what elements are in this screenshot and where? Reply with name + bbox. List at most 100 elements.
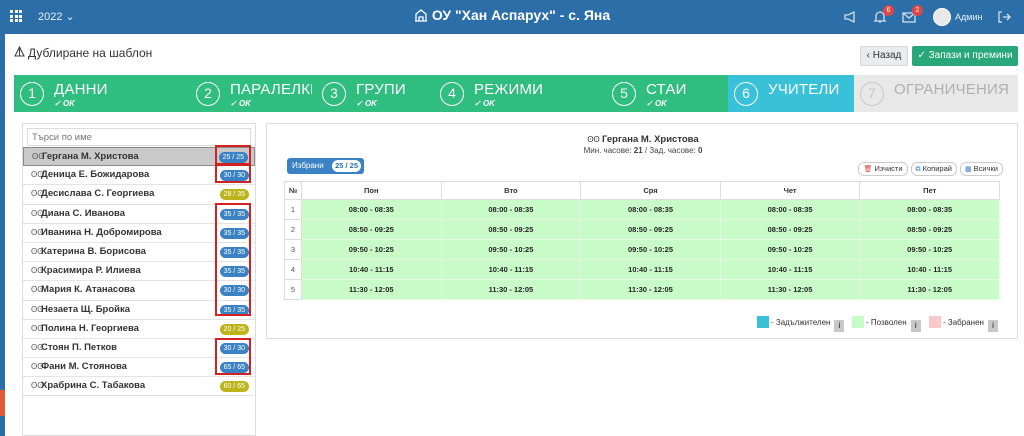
schedule-cell[interactable]: 08:50 - 09:25 bbox=[580, 219, 721, 240]
schedule-cell[interactable]: 09:50 - 10:25 bbox=[859, 239, 1000, 260]
school-building-icon bbox=[414, 8, 428, 25]
step-ok: ✓ OK bbox=[474, 99, 495, 108]
step-rooms[interactable]: 5 СТАИ ✓ OK bbox=[606, 75, 728, 112]
megaphone-icon[interactable] bbox=[843, 9, 859, 25]
step-classes[interactable]: 2ПАРАЛЕЛКИ✓ OK bbox=[190, 75, 316, 112]
schedule-cell[interactable]: 08:00 - 08:35 bbox=[440, 199, 582, 220]
step-ok: ✓ OK bbox=[646, 99, 667, 108]
period-number[interactable]: 3 bbox=[284, 239, 302, 260]
step-groups[interactable]: 3 ГРУПИ ✓ OK bbox=[316, 75, 434, 112]
search-input[interactable] bbox=[27, 128, 251, 146]
schedule-cell[interactable]: 09:50 - 10:25 bbox=[580, 239, 721, 260]
notification-badge: 6 bbox=[883, 5, 894, 16]
step-ok: ✓ OK bbox=[230, 99, 251, 108]
schedule-cell[interactable]: 09:50 - 10:25 bbox=[719, 239, 861, 260]
schedule-cell[interactable]: 10:40 - 11:15 bbox=[859, 259, 1000, 280]
period-number[interactable]: 4 bbox=[284, 259, 302, 280]
user-name[interactable]: Админ bbox=[955, 12, 982, 22]
info-icon[interactable]: i bbox=[910, 320, 921, 332]
schedule-cell[interactable]: 08:00 - 08:35 bbox=[719, 199, 861, 220]
teacher-name: ʘʘ Гергана М. Христова bbox=[587, 134, 699, 145]
save-and-continue-button[interactable]: ✓ Запази и премини bbox=[912, 46, 1018, 66]
copy-icon: ⧉ bbox=[915, 166, 921, 173]
glasses-icon: ʘʘ bbox=[587, 135, 602, 144]
schedule-header-row: № Пон Вто Сря Чет Пет bbox=[284, 181, 1000, 200]
glasses-icon: ʘʘ bbox=[31, 381, 44, 391]
schedule-cell[interactable]: 11:30 - 12:05 bbox=[859, 279, 1000, 300]
glasses-icon: ʘʘ bbox=[31, 362, 44, 372]
select-all-button[interactable]: ▦ Всички bbox=[959, 162, 1003, 176]
schedule-cell[interactable]: 08:00 - 08:35 bbox=[859, 199, 1000, 220]
schedule-cell[interactable]: 08:00 - 08:35 bbox=[301, 199, 442, 220]
schedule-cell[interactable]: 08:00 - 08:35 bbox=[580, 199, 721, 220]
mandatory-swatch bbox=[757, 316, 769, 328]
schedule-cell[interactable]: 08:50 - 09:25 bbox=[440, 219, 582, 240]
left-edge-strip bbox=[0, 34, 5, 436]
schedule-cell[interactable]: 09:50 - 10:25 bbox=[440, 239, 582, 260]
table-row: 2 08:50 - 09:25 08:50 - 09:25 08:50 - 09… bbox=[284, 219, 1000, 240]
check-icon: ✓ bbox=[917, 50, 929, 61]
hours-pill: 60 / 65 bbox=[219, 381, 249, 393]
day-header[interactable]: Сря bbox=[580, 181, 721, 200]
schedule-cell[interactable]: 08:50 - 09:25 bbox=[719, 219, 861, 240]
period-number[interactable]: 1 bbox=[284, 199, 302, 220]
left-edge-marker bbox=[0, 390, 5, 416]
day-header[interactable]: Пон bbox=[301, 181, 442, 200]
sitemap-icon bbox=[14, 45, 25, 60]
back-button[interactable]: ‹ Назад bbox=[860, 46, 908, 66]
hours-pill: 20 / 25 bbox=[219, 323, 249, 335]
glasses-icon: ʘʘ bbox=[31, 304, 44, 314]
period-number[interactable]: 2 bbox=[284, 219, 302, 240]
avatar[interactable] bbox=[933, 8, 951, 26]
step-data[interactable]: 1 ДАННИ ✓ OK bbox=[14, 75, 190, 112]
schedule-cell[interactable]: 11:30 - 12:05 bbox=[580, 279, 721, 300]
page-title: Дублиране на шаблон bbox=[14, 45, 152, 60]
table-row: 5 11:30 - 12:05 11:30 - 12:05 11:30 - 12… bbox=[284, 279, 1000, 300]
mail-icon[interactable]: 2 bbox=[901, 5, 923, 25]
calendar-icon: ▦ bbox=[964, 166, 972, 173]
schedule-cell[interactable]: 11:30 - 12:05 bbox=[301, 279, 442, 300]
forbidden-swatch bbox=[929, 316, 941, 328]
schedule-cell[interactable]: 08:50 - 09:25 bbox=[301, 219, 442, 240]
hours-pill: 28 / 35 bbox=[219, 189, 249, 201]
step-modes[interactable]: 4 РЕЖИМИ ✓ OK bbox=[434, 75, 606, 112]
schedule-cell[interactable]: 08:50 - 09:25 bbox=[859, 219, 1000, 240]
schedule-panel: ʘʘ Гергана М. Христова Мин. часове: 21 /… bbox=[266, 123, 1018, 339]
highlight-box bbox=[215, 164, 251, 183]
school-title: ОУ "Хан Аспарух" - с. Яна bbox=[0, 7, 1024, 25]
info-icon[interactable]: i bbox=[834, 320, 845, 332]
legend-mandatory: - Задължителен i bbox=[757, 316, 845, 332]
day-header[interactable]: Чет bbox=[719, 181, 861, 200]
selected-count: 25 / 25 bbox=[332, 160, 361, 172]
schedule-cell[interactable]: 10:40 - 11:15 bbox=[719, 259, 861, 280]
info-icon[interactable]: i bbox=[987, 320, 998, 332]
schedule-cell[interactable]: 10:40 - 11:15 bbox=[440, 259, 582, 280]
schedule-cell[interactable]: 09:50 - 10:25 bbox=[301, 239, 442, 260]
schedule-cell[interactable]: 10:40 - 11:15 bbox=[301, 259, 442, 280]
logout-icon[interactable] bbox=[996, 9, 1012, 25]
glasses-icon: ʘʘ bbox=[31, 342, 44, 352]
selected-hours-button[interactable]: Избрани 25 / 25 bbox=[287, 158, 364, 174]
step-ok: ✓ OK bbox=[356, 99, 377, 108]
legend-forbidden: - Забранен i bbox=[929, 316, 998, 332]
step-constraints[interactable]: 7 ОГРАНИЧЕНИЯ bbox=[854, 75, 1018, 112]
schedule-cell[interactable]: 11:30 - 12:05 bbox=[719, 279, 861, 300]
teacher-item[interactable]: ʘʘХрабрина С. Табакова 60 / 65 bbox=[23, 377, 255, 397]
clear-button[interactable]: 🗑 Изчисти bbox=[858, 162, 908, 176]
glasses-icon: ʘʘ bbox=[31, 246, 44, 256]
table-row: 1 08:00 - 08:35 08:00 - 08:35 08:00 - 08… bbox=[284, 199, 1000, 220]
day-header[interactable]: Пет bbox=[859, 181, 1000, 200]
copy-button[interactable]: ⧉ Копирай bbox=[910, 162, 957, 176]
glasses-icon: ʘʘ bbox=[31, 227, 44, 237]
schedule-cell[interactable]: 11:30 - 12:05 bbox=[440, 279, 582, 300]
glasses-icon: ʘʘ bbox=[31, 208, 44, 218]
top-bar: 2022 ⌄ ОУ "Хан Аспарух" - с. Яна 6 2 Адм… bbox=[0, 0, 1024, 34]
day-header[interactable]: Вто bbox=[440, 181, 582, 200]
bell-icon[interactable]: 6 bbox=[872, 5, 894, 25]
period-number[interactable]: 5 bbox=[284, 279, 302, 300]
teacher-item[interactable]: ʘʘПолина Н. Георгиева 20 / 25 bbox=[23, 320, 255, 339]
mail-badge: 2 bbox=[912, 5, 923, 16]
teacher-item[interactable]: ʘʘДесислава С. Георгиева 28 / 35 bbox=[23, 185, 255, 205]
schedule-cell[interactable]: 10:40 - 11:15 bbox=[580, 259, 721, 280]
step-teachers[interactable]: 6 УЧИТЕЛИ bbox=[728, 75, 854, 112]
